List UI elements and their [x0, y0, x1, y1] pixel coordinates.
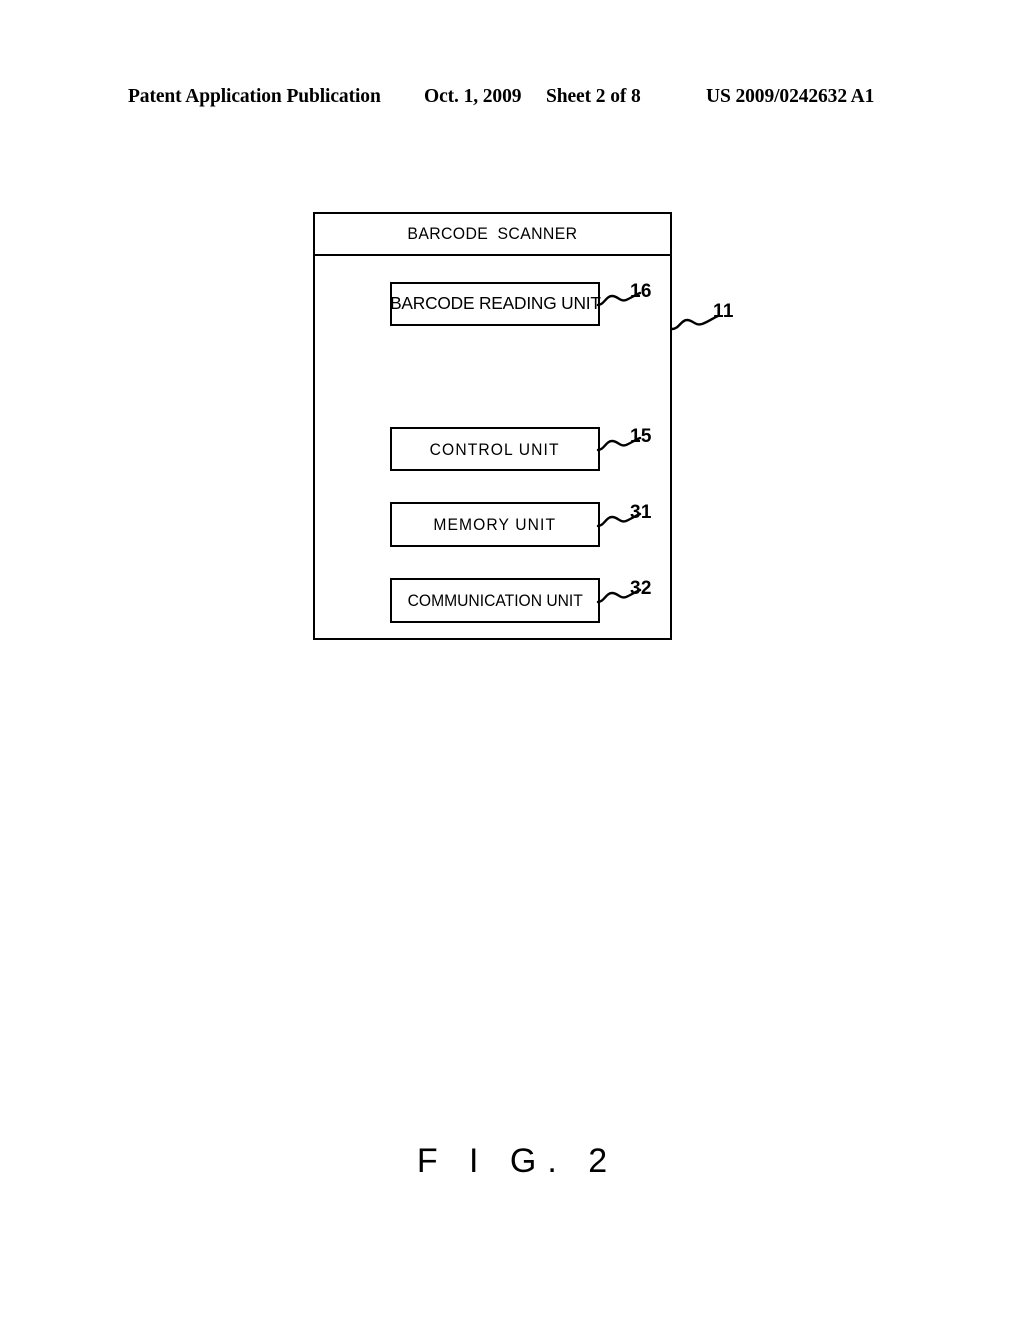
- control-unit-box: CONTROL UNIT: [390, 427, 600, 471]
- barcode-scanner-title-band: BARCODE SCANNER: [315, 214, 670, 256]
- barcode-scanner-enclosure: BARCODE SCANNER BARCODE READING UNIT CONT…: [313, 212, 672, 640]
- communication-unit-label: COMMUNICATION UNIT: [407, 591, 583, 610]
- reference-numeral-15: 15: [630, 426, 652, 447]
- memory-unit-label: MEMORY UNIT: [433, 515, 557, 534]
- figure-2-diagram: BARCODE SCANNER BARCODE READING UNIT CONT…: [0, 0, 1024, 1320]
- barcode-reading-unit-box: BARCODE READING UNIT: [389, 282, 601, 326]
- memory-unit-box: MEMORY UNIT: [390, 502, 600, 547]
- reference-numeral-32: 32: [630, 578, 652, 599]
- barcode-scanner-title: BARCODE SCANNER: [407, 224, 578, 243]
- reference-numeral-16: 16: [630, 281, 652, 302]
- reference-numeral-11: 11: [713, 301, 734, 322]
- figure-caption: F I G. 2: [416, 1142, 619, 1180]
- control-unit-label: CONTROL UNIT: [430, 439, 560, 459]
- reference-numeral-31: 31: [630, 502, 652, 523]
- communication-unit-box: COMMUNICATION UNIT: [390, 578, 600, 623]
- barcode-reading-unit-label: BARCODE READING UNIT: [389, 293, 601, 314]
